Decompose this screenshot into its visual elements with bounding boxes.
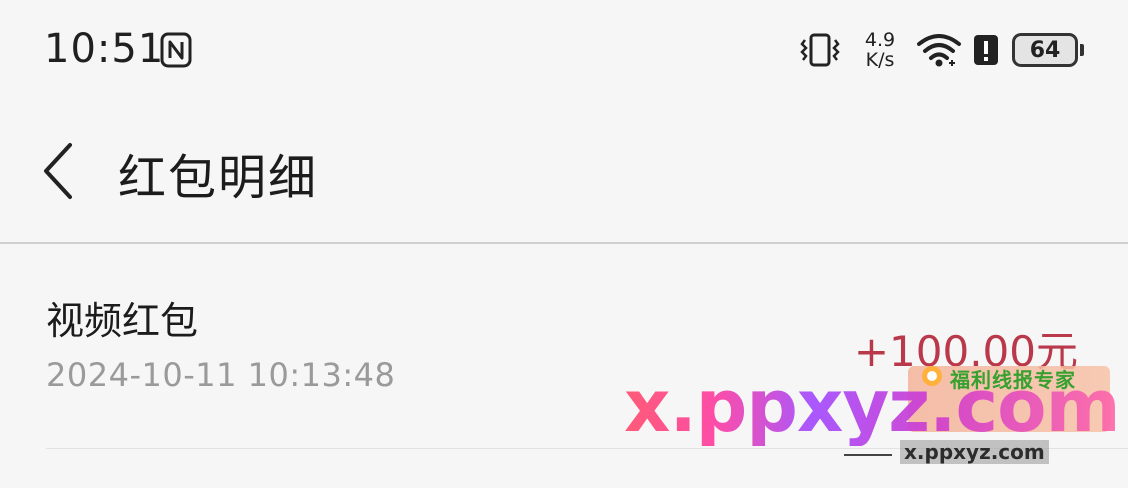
- wifi-icon: [917, 34, 961, 67]
- alert-icon: [974, 35, 998, 65]
- list-item[interactable]: 视频红包 2024-10-11 10:13:48 +100.00元: [0, 244, 1128, 448]
- battery-level: 64: [1029, 37, 1061, 63]
- app-header: 红包明细: [0, 100, 1128, 242]
- net-speed: 4.9 K/s: [860, 30, 900, 70]
- record-amount: +100.00元: [853, 327, 1078, 376]
- vibrate-icon: [800, 33, 840, 67]
- nfc-icon: [160, 32, 192, 68]
- page-title: 红包明细: [118, 150, 319, 206]
- record-time: 2024-10-11 10:13:48: [46, 356, 396, 394]
- record-divider: [46, 448, 1128, 449]
- net-speed-unit: K/s: [865, 49, 895, 71]
- chevron-left-icon: [44, 143, 72, 199]
- back-button[interactable]: [28, 136, 88, 206]
- record-title: 视频红包: [46, 299, 199, 343]
- watermark-line: [844, 454, 892, 456]
- status-time: 10:51: [44, 26, 165, 72]
- battery-tip: [1080, 44, 1084, 56]
- battery-icon: 64: [1012, 33, 1078, 67]
- status-icons: 4.9 K/s 64: [798, 28, 1084, 72]
- net-speed-value: 4.9: [864, 29, 896, 51]
- status-bar: 10:51 4.9 K/s 64: [0, 0, 1128, 100]
